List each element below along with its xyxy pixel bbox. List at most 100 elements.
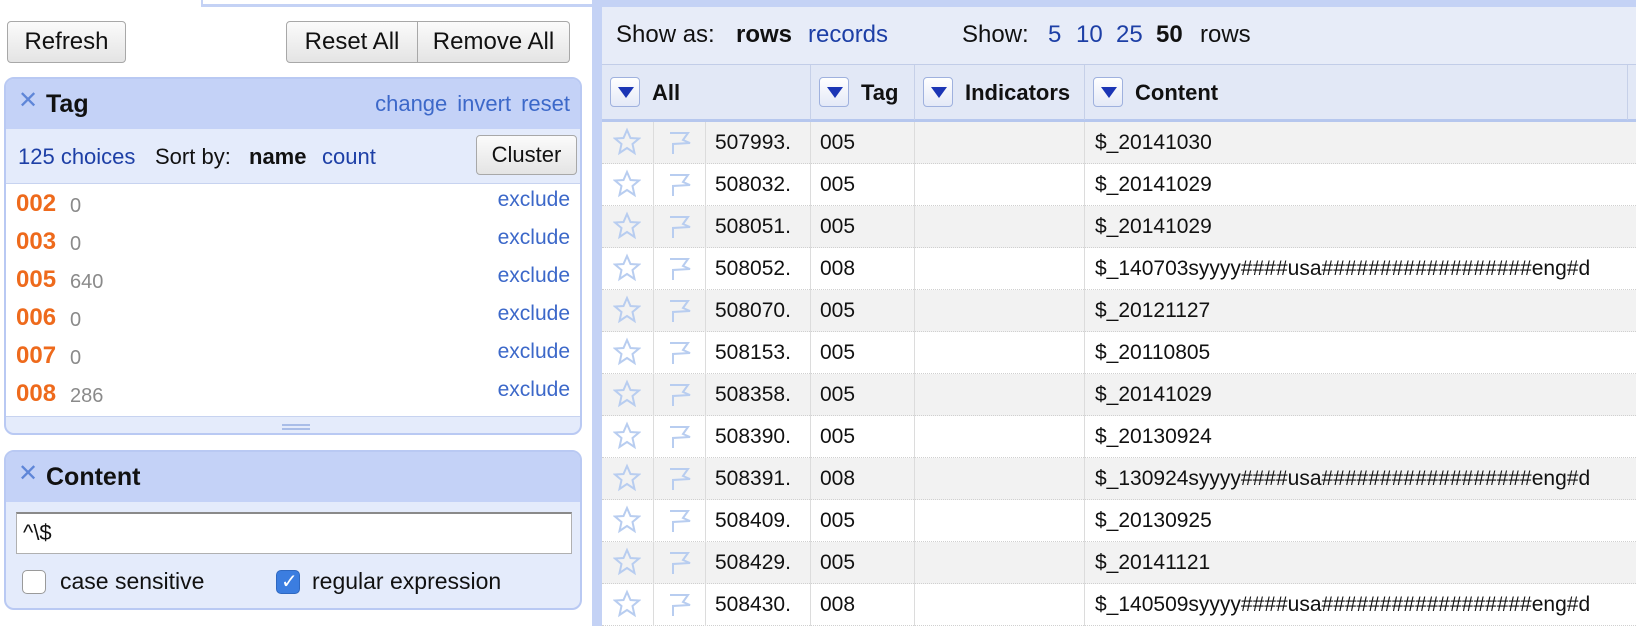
close-icon[interactable]: ✕ <box>18 89 38 113</box>
choices-count-link[interactable]: 125 choices <box>18 144 135 170</box>
content-cell[interactable]: $_20110805 <box>1085 332 1636 374</box>
flag-icon[interactable] <box>665 337 695 373</box>
content-cell[interactable]: $_20141030 <box>1085 122 1636 164</box>
tag-choice-name[interactable]: 005 <box>16 266 56 294</box>
tag-choice-name[interactable]: 008 <box>16 380 56 408</box>
content-cell[interactable]: $_140703syyyy####usa##################en… <box>1085 248 1636 290</box>
content-cell[interactable]: $_20141029 <box>1085 374 1636 416</box>
indicators-cell[interactable] <box>915 458 1085 500</box>
indicators-cell[interactable] <box>915 416 1085 458</box>
content-cell[interactable]: $_140509syyyy####usa##################en… <box>1085 584 1636 626</box>
tag-choice-row[interactable]: 008 286 exclude <box>6 374 580 412</box>
exclude-link[interactable]: exclude <box>498 340 570 364</box>
regular-expression-checkbox[interactable] <box>276 569 300 594</box>
star-icon[interactable] <box>612 421 642 457</box>
content-cell[interactable]: $_130924syyyy####usa##################en… <box>1085 458 1636 500</box>
tag-choice-row[interactable]: 005 640 exclude <box>6 260 580 298</box>
tag-cell[interactable]: 008 <box>811 248 915 290</box>
tag-choice-name[interactable]: 007 <box>16 342 56 370</box>
tag-cell[interactable]: 005 <box>811 542 915 584</box>
exclude-link[interactable]: exclude <box>498 302 570 326</box>
indicators-cell[interactable] <box>915 248 1085 290</box>
invert-link[interactable]: invert <box>457 91 511 116</box>
refresh-button[interactable]: Refresh <box>7 21 126 63</box>
star-icon[interactable] <box>612 211 642 247</box>
remove-all-button[interactable]: Remove All <box>418 21 570 63</box>
indicators-cell[interactable] <box>915 584 1085 626</box>
chevron-down-icon[interactable] <box>819 77 849 107</box>
show-25-link[interactable]: 25 <box>1116 21 1143 49</box>
facets-tab[interactable] <box>0 0 203 7</box>
exclude-link[interactable]: exclude <box>498 226 570 250</box>
indicators-cell[interactable] <box>915 374 1085 416</box>
column-header-content[interactable]: Content <box>1085 65 1628 120</box>
star-icon[interactable] <box>612 589 642 625</box>
case-sensitive-checkbox[interactable] <box>22 570 46 594</box>
show-as-rows[interactable]: rows <box>736 21 792 49</box>
chevron-down-icon[interactable] <box>923 77 953 107</box>
tag-choice-name[interactable]: 006 <box>16 304 56 332</box>
flag-icon[interactable] <box>665 547 695 583</box>
star-icon[interactable] <box>612 463 642 499</box>
star-icon[interactable] <box>612 505 642 541</box>
tag-choice-name[interactable]: 002 <box>16 190 56 218</box>
exclude-link[interactable]: exclude <box>498 378 570 402</box>
content-cell[interactable]: $_20141121 <box>1085 542 1636 584</box>
tag-cell[interactable]: 005 <box>811 374 915 416</box>
tag-cell[interactable]: 005 <box>811 500 915 542</box>
show-10-link[interactable]: 10 <box>1076 21 1103 49</box>
content-filter-input[interactable]: ^\$ <box>16 512 572 554</box>
exclude-link[interactable]: exclude <box>498 188 570 212</box>
tag-cell[interactable]: 008 <box>811 584 915 626</box>
sort-by-count-link[interactable]: count <box>322 144 376 170</box>
chevron-down-icon[interactable] <box>610 77 640 107</box>
content-cell[interactable]: $_20141029 <box>1085 164 1636 206</box>
content-cell[interactable]: $_20130924 <box>1085 416 1636 458</box>
show-50-selected[interactable]: 50 <box>1156 21 1183 49</box>
flag-icon[interactable] <box>665 505 695 541</box>
reset-link[interactable]: reset <box>521 91 570 116</box>
exclude-link[interactable]: exclude <box>498 264 570 288</box>
tag-choice-name[interactable]: 003 <box>16 228 56 256</box>
star-icon[interactable] <box>612 295 642 331</box>
reset-all-button[interactable]: Reset All <box>286 21 418 63</box>
tag-cell[interactable]: 005 <box>811 206 915 248</box>
star-icon[interactable] <box>612 379 642 415</box>
star-icon[interactable] <box>612 169 642 205</box>
flag-icon[interactable] <box>665 253 695 289</box>
flag-icon[interactable] <box>665 295 695 331</box>
tag-cell[interactable]: 005 <box>811 416 915 458</box>
tag-cell[interactable]: 005 <box>811 290 915 332</box>
tag-cell[interactable]: 008 <box>811 458 915 500</box>
facet-resize-handle[interactable] <box>282 424 310 430</box>
content-cell[interactable]: $_20121127 <box>1085 290 1636 332</box>
indicators-cell[interactable] <box>915 332 1085 374</box>
indicators-cell[interactable] <box>915 122 1085 164</box>
flag-icon[interactable] <box>665 589 695 625</box>
flag-icon[interactable] <box>665 127 695 163</box>
cluster-button[interactable]: Cluster <box>476 135 577 175</box>
star-icon[interactable] <box>612 253 642 289</box>
indicators-cell[interactable] <box>915 164 1085 206</box>
column-header-tag[interactable]: Tag <box>811 65 915 120</box>
chevron-down-icon[interactable] <box>1093 77 1123 107</box>
panel-divider[interactable] <box>592 0 602 626</box>
tag-choice-row[interactable]: 007 0 exclude <box>6 336 580 374</box>
flag-icon[interactable] <box>665 211 695 247</box>
content-cell[interactable]: $_20141029 <box>1085 206 1636 248</box>
flag-icon[interactable] <box>665 379 695 415</box>
flag-icon[interactable] <box>665 463 695 499</box>
indicators-cell[interactable] <box>915 206 1085 248</box>
tag-choice-row[interactable]: 003 0 exclude <box>6 222 580 260</box>
column-header-all[interactable]: All <box>602 65 811 120</box>
content-cell[interactable]: $_20130925 <box>1085 500 1636 542</box>
show-as-records-link[interactable]: records <box>808 21 888 49</box>
star-icon[interactable] <box>612 337 642 373</box>
tag-choice-row[interactable]: 006 0 exclude <box>6 298 580 336</box>
indicators-cell[interactable] <box>915 500 1085 542</box>
tag-cell[interactable]: 005 <box>811 122 915 164</box>
show-5-link[interactable]: 5 <box>1048 21 1061 49</box>
tag-cell[interactable]: 005 <box>811 164 915 206</box>
flag-icon[interactable] <box>665 421 695 457</box>
star-icon[interactable] <box>612 127 642 163</box>
